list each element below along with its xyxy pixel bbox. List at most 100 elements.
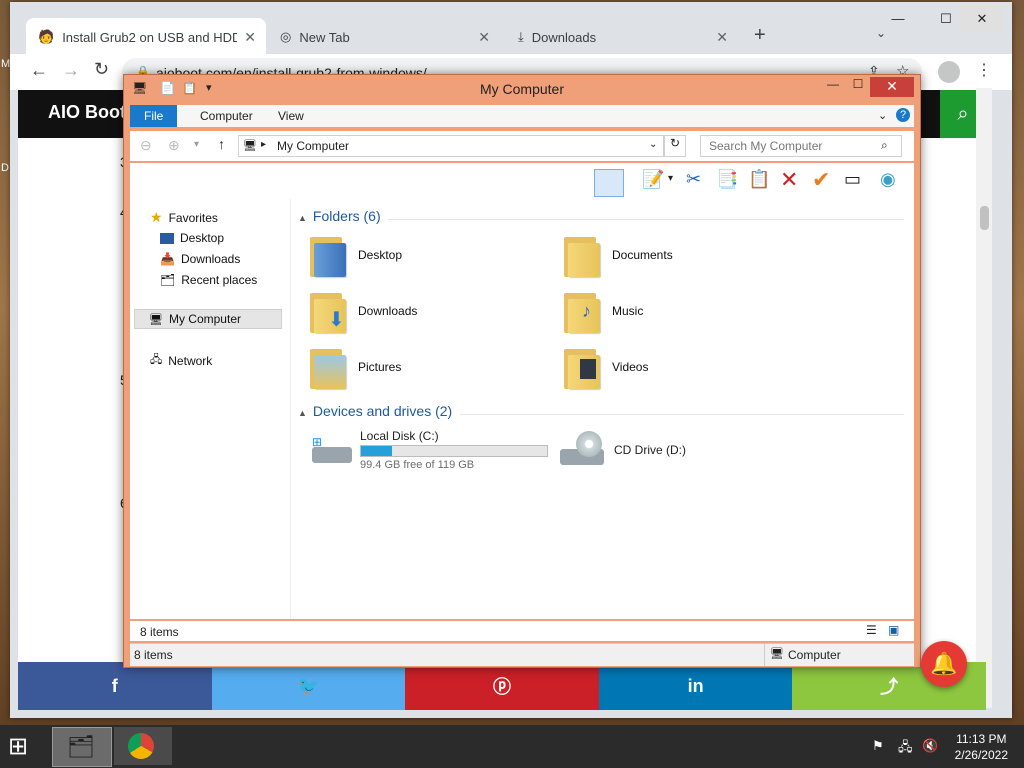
drive-local-disk-c[interactable]: ⊞ Local Disk (C:) 99.4 GB free of 119 GB — [310, 427, 548, 473]
ribbon-tabs: File Computer View ⌄ ? — [130, 105, 914, 127]
copy-icon[interactable]: 📑 — [716, 169, 738, 190]
group-separator — [388, 219, 904, 220]
pinterest-share-button[interactable]: ⓟ — [405, 662, 599, 710]
profile-avatar[interactable] — [938, 61, 960, 83]
scrollbar-thumb[interactable] — [980, 206, 989, 230]
refresh-button[interactable]: ↻ — [664, 135, 686, 157]
download-icon: ⤓ — [518, 29, 524, 44]
details-view-icon[interactable]: ☰ — [866, 623, 877, 637]
twitter-share-button[interactable]: 🐦 — [211, 662, 406, 710]
minimize-button[interactable]: — — [876, 6, 920, 32]
social-share-bar: f 🐦 ⓟ in ⤴ — [18, 662, 986, 710]
new-tab-button[interactable]: + — [754, 24, 766, 47]
minimize-button[interactable]: — — [820, 77, 846, 91]
folder-videos[interactable]: Videos — [564, 345, 648, 389]
nav-downloads[interactable]: 📥 Downloads — [160, 252, 240, 266]
rename-check-icon[interactable]: ✔ — [812, 167, 830, 193]
network-globe-icon[interactable]: ◉ — [880, 169, 896, 190]
nav-network[interactable]: 🖧 Network — [150, 351, 212, 370]
properties-icon[interactable]: 📝 — [642, 169, 664, 190]
nav-recent-places[interactable]: 🗂 Recent places — [160, 273, 257, 287]
close-window-button[interactable]: ✕ — [960, 6, 1004, 32]
explorer-titlebar[interactable]: 🖥 📄 📋 ▾ My Computer — ☐ ✕ — [124, 75, 920, 103]
drive-free-space: 99.4 GB free of 119 GB — [360, 459, 475, 471]
close-tab-icon[interactable]: ✕ — [716, 29, 728, 46]
site-logo[interactable]: AIO Boot — [48, 102, 126, 123]
tab-downloads[interactable]: ⤓ Downloads ✕ — [510, 18, 738, 56]
downloads-folder-icon: 📥 — [160, 252, 175, 266]
chevron-down-icon[interactable]: ⌄ — [878, 109, 887, 122]
nav-label: Network — [168, 353, 213, 368]
nav-desktop[interactable]: Desktop — [160, 231, 224, 245]
maximize-button[interactable]: ☐ — [846, 77, 870, 91]
nav-my-computer[interactable]: 🖥 My Computer — [134, 309, 282, 329]
paste-icon[interactable]: 📋 — [748, 169, 770, 190]
action-center-flag-icon[interactable]: ⚑ — [872, 738, 884, 754]
back-icon[interactable]: ← — [30, 60, 48, 81]
close-tab-icon[interactable]: ✕ — [244, 29, 256, 46]
tab-new-tab[interactable]: ◎ New Tab ✕ — [272, 18, 500, 56]
ribbon-tab-view[interactable]: View — [264, 105, 318, 127]
folder-documents[interactable]: Documents — [564, 233, 673, 277]
map-drive-icon[interactable]: ▭ — [844, 169, 861, 190]
large-icons-view-icon[interactable]: ▣ — [888, 623, 899, 637]
linkedin-share-button[interactable]: in — [598, 662, 793, 710]
computer-icon: 🖥 — [770, 648, 784, 660]
explorer-window: 🖥 📄 📋 ▾ My Computer — ☐ ✕ File Computer … — [123, 74, 921, 668]
folder-name: Documents — [612, 248, 673, 262]
forward-icon[interactable]: → — [62, 60, 80, 81]
ribbon-tab-computer[interactable]: Computer — [186, 105, 267, 127]
up-arrow-icon[interactable]: ↑ — [218, 136, 225, 152]
forward-icon[interactable]: ⊕ — [168, 137, 180, 154]
drives-group-header[interactable]: ▲ Devices and drives (2) — [298, 403, 452, 419]
recent-locations-icon[interactable]: ▾ — [194, 139, 199, 150]
start-button[interactable]: ⊞ — [8, 733, 36, 761]
address-text: My Computer — [277, 139, 350, 153]
drive-cd-d[interactable]: CD Drive (D:) — [560, 427, 760, 473]
chevron-down-icon[interactable]: ⌄ — [649, 139, 657, 150]
address-row: ⊖ ⊕ ▾ ↑ 🖥 ▸ My Computer ⌄ ↻ Search My Co… — [130, 131, 914, 161]
folder-name: Pictures — [358, 360, 402, 374]
close-window-button[interactable]: ✕ — [870, 77, 914, 97]
group-title: Devices and drives (2) — [312, 403, 453, 419]
search-icon: ⌕ — [881, 138, 888, 152]
desktop-icon-label: M — [1, 58, 11, 70]
address-field[interactable]: 🖥 ▸ My Computer ⌄ — [238, 135, 664, 157]
reload-icon[interactable]: ↻ — [94, 59, 109, 80]
desktop-icon-label: D — [1, 162, 9, 174]
drive-name: Local Disk (C:) — [360, 429, 439, 443]
system-clock[interactable]: 11:13 PM 2/26/2022 — [955, 731, 1008, 763]
disk-usage-bar — [360, 445, 548, 457]
cut-icon[interactable]: ✂ — [686, 169, 701, 190]
folder-name: Desktop — [358, 248, 403, 262]
tab-install-grub2[interactable]: 🧑 Install Grub2 on USB and HDD fr ✕ — [26, 18, 266, 56]
chevron-down-icon[interactable]: ▾ — [668, 173, 673, 184]
folder-music[interactable]: ♪ Music — [564, 289, 643, 333]
music-note-icon: ♪ — [582, 301, 591, 321]
folder-desktop[interactable]: Desktop — [310, 233, 402, 277]
page-scrollbar[interactable] — [976, 88, 992, 708]
volume-muted-icon[interactable]: 🔇 — [922, 738, 938, 754]
collapse-icon: ▲ — [298, 213, 307, 223]
computer-icon: 🖥 — [149, 313, 163, 326]
windows-logo-icon: ⊞ — [8, 733, 29, 760]
help-icon[interactable]: ? — [896, 108, 910, 122]
close-tab-icon[interactable]: ✕ — [478, 29, 490, 46]
folder-pictures[interactable]: Pictures — [310, 345, 401, 389]
search-box[interactable]: Search My Computer ⌕ — [700, 135, 902, 157]
preview-pane-icon[interactable] — [594, 169, 624, 197]
ribbon-tab-file[interactable]: File — [130, 105, 178, 127]
back-icon[interactable]: ⊖ — [140, 137, 152, 154]
folder-downloads[interactable]: ⬇ Downloads — [310, 289, 417, 333]
facebook-share-button[interactable]: f — [18, 662, 212, 710]
network-status-icon[interactable]: 🖧 — [898, 738, 913, 760]
bell-icon: 🔔 — [930, 651, 958, 676]
twitter-icon: 🐦 — [297, 675, 320, 696]
menu-kebab-icon[interactable]: ⋮ — [976, 60, 992, 80]
folders-group-header[interactable]: ▲ Folders (6) — [298, 208, 381, 224]
delete-icon[interactable]: ✕ — [780, 167, 798, 193]
notification-bell-button[interactable]: 🔔 — [921, 641, 967, 687]
taskbar-chrome[interactable] — [114, 727, 172, 765]
nav-favorites[interactable]: ★ Favorites — [150, 209, 218, 226]
taskbar-file-explorer[interactable]: 🗂 — [52, 727, 112, 767]
